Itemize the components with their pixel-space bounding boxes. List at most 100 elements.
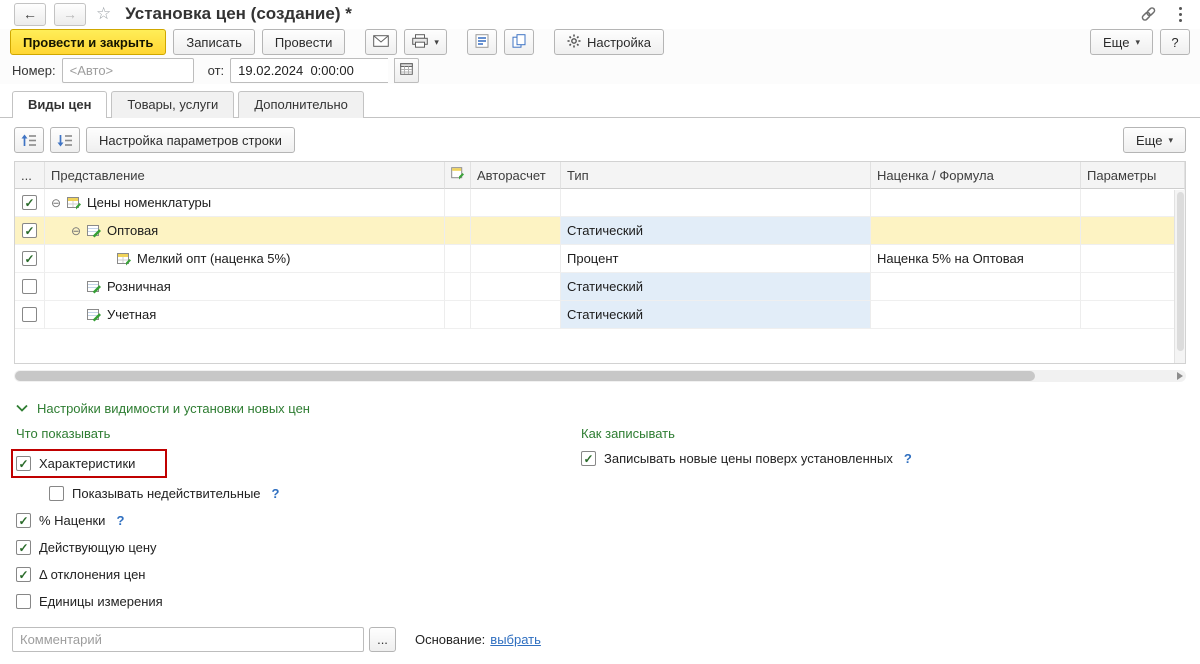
tree-expander-icon[interactable]: ⊖ xyxy=(51,196,67,210)
cell-type[interactable]: Статический xyxy=(561,217,871,246)
cell-autocalc[interactable] xyxy=(471,245,561,274)
cell-type[interactable] xyxy=(561,189,871,218)
post-button[interactable]: Провести xyxy=(261,29,346,56)
comment-more-button[interactable]: ... xyxy=(369,627,396,653)
option-current-price[interactable]: ✓ Действующую цену xyxy=(16,538,581,557)
get-link-icon[interactable] xyxy=(1140,6,1157,22)
cell-autocalc[interactable] xyxy=(471,301,561,330)
overwrite-prices-checkbox[interactable]: ✓ xyxy=(581,451,596,467)
cell-type[interactable]: Статический xyxy=(561,273,871,302)
cell-name[interactable]: Розничная xyxy=(45,273,445,302)
column-header-select[interactable]: ... xyxy=(15,162,45,190)
row-checkbox[interactable]: ✓ xyxy=(22,195,37,211)
cell-autocalc[interactable] xyxy=(471,217,561,246)
cell-picture[interactable] xyxy=(445,217,471,246)
forward-button[interactable]: → xyxy=(54,2,86,26)
cell-select[interactable]: ✓ xyxy=(15,245,45,274)
comment-input[interactable] xyxy=(12,627,364,653)
cell-params[interactable] xyxy=(1081,217,1185,246)
settings-button[interactable]: Настройка xyxy=(553,29,664,56)
tab-price-kinds[interactable]: Виды цен xyxy=(12,91,108,119)
row-checkbox[interactable] xyxy=(22,307,37,323)
move-up-button[interactable] xyxy=(14,127,44,154)
row-checkbox[interactable] xyxy=(22,279,37,295)
tab-additional[interactable]: Дополнительно xyxy=(238,91,364,119)
cell-picture[interactable] xyxy=(445,245,471,274)
vertical-scrollbar-thumb[interactable] xyxy=(1176,192,1184,352)
more-button[interactable]: Еще ▾ xyxy=(1090,29,1153,56)
option-units[interactable]: Единицы измерения xyxy=(16,592,581,611)
cell-select[interactable] xyxy=(15,301,45,330)
help-link[interactable]: ? xyxy=(904,451,912,466)
cell-select[interactable]: ✓ xyxy=(15,189,45,218)
visibility-settings-section-header[interactable]: Настройки видимости и установки новых це… xyxy=(0,390,1200,418)
column-header-picture[interactable] xyxy=(445,162,471,190)
help-link[interactable]: ? xyxy=(272,486,280,501)
cell-params[interactable] xyxy=(1081,245,1185,274)
cell-type[interactable]: Процент xyxy=(561,245,871,274)
grid-more-button[interactable]: Еще ▾ xyxy=(1123,127,1186,154)
cell-type[interactable]: Статический xyxy=(561,301,871,330)
cell-select[interactable] xyxy=(15,273,45,302)
related-documents-button[interactable] xyxy=(503,29,534,56)
reports-button[interactable] xyxy=(466,29,497,56)
scroll-right-arrow-icon[interactable] xyxy=(1177,372,1183,381)
cell-picture[interactable] xyxy=(445,189,471,218)
cell-autocalc[interactable] xyxy=(471,273,561,302)
menu-ellipsis-icon[interactable] xyxy=(1175,5,1186,24)
column-header-params[interactable]: Параметры xyxy=(1081,162,1185,190)
cell-params[interactable] xyxy=(1081,273,1185,302)
vertical-scrollbar[interactable] xyxy=(1174,190,1185,364)
option-show-invalid[interactable]: Показывать недействительные ? xyxy=(49,484,581,503)
send-email-button[interactable] xyxy=(365,29,398,56)
cell-picture[interactable] xyxy=(445,273,471,302)
column-header-autocalc[interactable]: Авторасчет xyxy=(471,162,561,190)
show-invalid-checkbox[interactable] xyxy=(49,486,64,502)
markup-percent-checkbox[interactable]: ✓ xyxy=(16,513,31,529)
current-price-checkbox[interactable]: ✓ xyxy=(16,540,31,556)
cell-formula[interactable]: Наценка 5% на Оптовая xyxy=(871,245,1081,274)
print-button[interactable]: ▾ xyxy=(404,29,447,56)
cell-name[interactable]: ⊖ Цены номенклатуры xyxy=(45,189,445,218)
cell-name[interactable]: Учетная xyxy=(45,301,445,330)
cell-params[interactable] xyxy=(1081,301,1185,330)
cell-autocalc[interactable] xyxy=(471,189,561,218)
help-button[interactable]: ? xyxy=(1160,29,1190,56)
tab-goods-services[interactable]: Товары, услуги xyxy=(111,91,235,119)
cell-params[interactable] xyxy=(1081,189,1185,218)
post-and-close-button[interactable]: Провести и закрыть xyxy=(10,29,167,56)
help-link[interactable]: ? xyxy=(116,513,124,528)
favorite-star-icon[interactable]: ☆ xyxy=(96,4,111,24)
cell-name[interactable]: ⊖ Оптовая xyxy=(45,217,445,246)
calendar-picker-button[interactable] xyxy=(394,57,420,83)
cell-select[interactable]: ✓ xyxy=(15,217,45,246)
cell-formula[interactable] xyxy=(871,217,1081,246)
column-header-name[interactable]: Представление xyxy=(45,162,445,190)
move-down-button[interactable] xyxy=(50,127,80,154)
price-deviation-checkbox[interactable]: ✓ xyxy=(16,567,31,583)
horizontal-scrollbar[interactable] xyxy=(14,370,1186,383)
cell-formula[interactable] xyxy=(871,301,1081,330)
column-header-type[interactable]: Тип xyxy=(561,162,871,190)
cell-name[interactable]: Мелкий опт (наценка 5%) xyxy=(45,245,445,274)
option-characteristics[interactable]: ✓ Характеристики xyxy=(16,454,135,473)
row-checkbox[interactable]: ✓ xyxy=(22,223,37,239)
horizontal-scrollbar-thumb[interactable] xyxy=(15,371,1035,382)
row-settings-button[interactable]: Настройка параметров строки xyxy=(86,127,295,154)
date-input[interactable] xyxy=(230,57,389,83)
option-price-deviation[interactable]: ✓ Δ отклонения цен xyxy=(16,565,581,584)
tree-expander-icon[interactable]: ⊖ xyxy=(71,224,87,238)
back-button[interactable]: ← xyxy=(14,2,46,26)
basis-select-link[interactable]: выбрать xyxy=(490,632,541,647)
number-input[interactable] xyxy=(61,57,194,83)
cell-picture[interactable] xyxy=(445,301,471,330)
option-markup-percent[interactable]: ✓ % Наценки ? xyxy=(16,511,581,530)
row-checkbox[interactable]: ✓ xyxy=(22,251,37,267)
characteristics-checkbox[interactable]: ✓ xyxy=(16,456,31,472)
cell-formula[interactable] xyxy=(871,189,1081,218)
cell-formula[interactable] xyxy=(871,273,1081,302)
write-button[interactable]: Записать xyxy=(173,29,255,56)
option-overwrite-prices[interactable]: ✓ Записывать новые цены поверх установле… xyxy=(581,449,1186,468)
units-checkbox[interactable] xyxy=(16,594,31,610)
column-header-formula[interactable]: Наценка / Формула xyxy=(871,162,1081,190)
